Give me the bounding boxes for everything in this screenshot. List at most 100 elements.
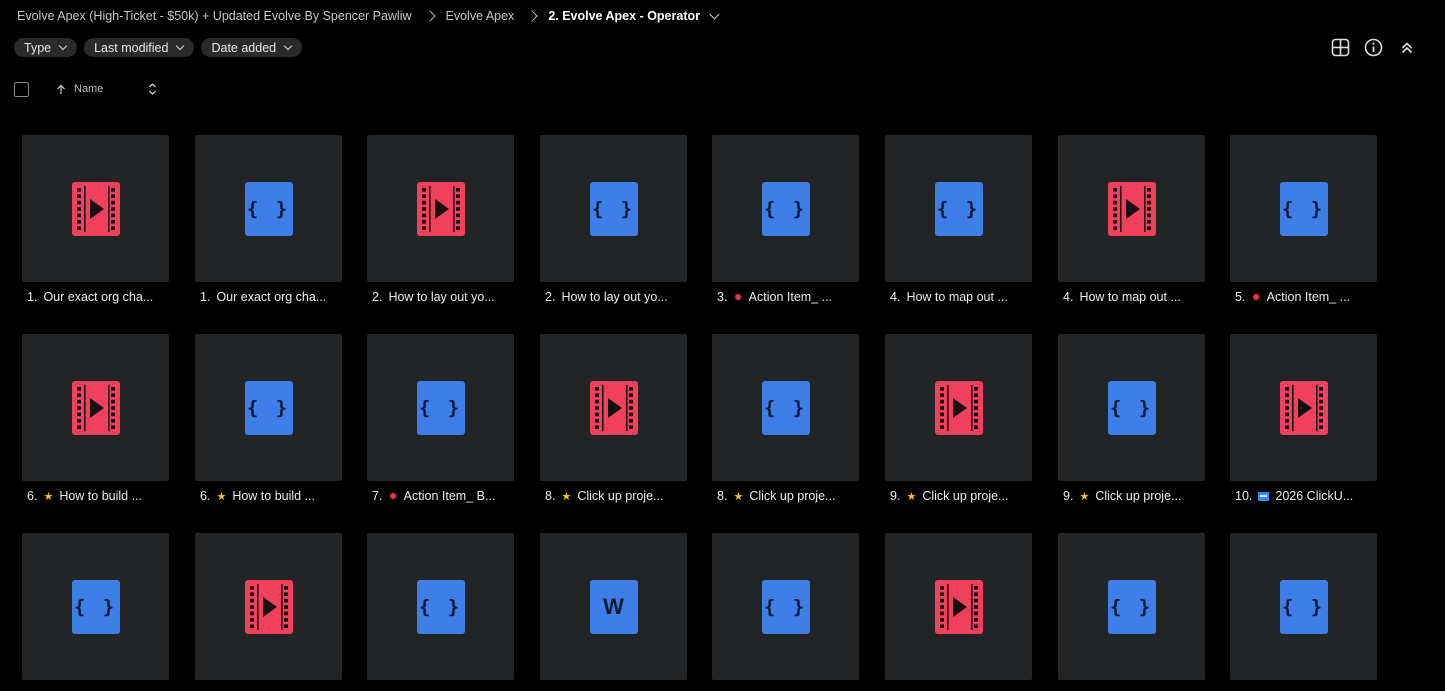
file-name-text: 2026 ClickU... bbox=[1275, 489, 1354, 503]
file-tile[interactable]: { } 2. How to lay out yo... bbox=[540, 135, 687, 305]
type-filter-label: Type bbox=[24, 40, 52, 55]
file-thumbnail[interactable]: { } bbox=[712, 334, 859, 481]
file-thumbnail[interactable] bbox=[22, 334, 169, 481]
info-icon bbox=[1364, 38, 1383, 57]
json-file-icon: { } bbox=[1107, 380, 1156, 435]
name-column-label[interactable]: Name bbox=[74, 83, 103, 95]
json-file-icon: { } bbox=[1279, 579, 1328, 634]
file-thumbnail[interactable]: { } bbox=[22, 533, 169, 680]
breadcrumb-item-current[interactable]: 2. Evolve Apex - Operator bbox=[548, 9, 700, 23]
type-filter-button[interactable]: Type bbox=[14, 38, 78, 57]
grid-view-icon bbox=[1331, 38, 1350, 57]
star-emoji-icon: ★ bbox=[733, 490, 744, 503]
breadcrumb-item-parent[interactable]: Evolve Apex bbox=[446, 9, 515, 23]
file-number: 2. bbox=[545, 290, 556, 304]
file-tile[interactable]: { } bbox=[1230, 533, 1377, 691]
breadcrumb: Evolve Apex (High-Ticket - $50k) + Updat… bbox=[17, 7, 720, 25]
column-header: Name bbox=[14, 80, 158, 98]
json-file-icon: { } bbox=[761, 579, 810, 634]
video-file-icon bbox=[71, 181, 120, 236]
file-name: 3. ✸ Action Item_ ... bbox=[717, 289, 862, 305]
file-tile[interactable]: { } 3. ✸ Action Item_ ... bbox=[712, 135, 859, 305]
file-thumbnail[interactable]: { } bbox=[367, 334, 514, 481]
file-tile[interactable]: { } 1. Our exact org cha... bbox=[195, 135, 342, 305]
file-tile[interactable]: 9. ★ Click up proje... bbox=[885, 334, 1032, 504]
last-modified-filter-button[interactable]: Last modified bbox=[84, 38, 195, 57]
date-added-filter-button[interactable]: Date added bbox=[201, 38, 303, 57]
file-name-text: How to map out ... bbox=[906, 290, 1008, 304]
file-thumbnail[interactable]: { } bbox=[367, 533, 514, 680]
file-number: 4. bbox=[890, 290, 901, 304]
file-tile[interactable]: 4. How to map out ... bbox=[1058, 135, 1205, 305]
file-tile[interactable]: { } bbox=[367, 533, 514, 691]
file-thumbnail[interactable] bbox=[540, 334, 687, 481]
file-tile[interactable] bbox=[885, 533, 1032, 691]
file-name: 6. ★ How to build ... bbox=[27, 488, 172, 504]
file-tile[interactable]: 10. 2026 ClickU... bbox=[1230, 334, 1377, 504]
file-name-text: Action Item_ B... bbox=[403, 489, 496, 503]
arrow-up-icon bbox=[55, 83, 67, 95]
breadcrumb-item-root[interactable]: Evolve Apex (High-Ticket - $50k) + Updat… bbox=[17, 9, 412, 23]
file-thumbnail[interactable]: { } bbox=[1230, 135, 1377, 282]
file-tile[interactable]: 2. How to lay out yo... bbox=[367, 135, 514, 305]
file-number: 7. bbox=[372, 489, 383, 503]
file-thumbnail[interactable] bbox=[1058, 135, 1205, 282]
file-tile[interactable] bbox=[195, 533, 342, 691]
file-name-text: Click up proje... bbox=[577, 489, 664, 503]
file-tile[interactable]: { } bbox=[712, 533, 859, 691]
file-thumbnail[interactable] bbox=[195, 533, 342, 680]
file-number: 10. bbox=[1235, 489, 1253, 503]
file-name-text: How to map out ... bbox=[1079, 290, 1181, 304]
file-thumbnail[interactable]: { } bbox=[195, 135, 342, 282]
file-thumbnail[interactable] bbox=[22, 135, 169, 282]
info-button[interactable] bbox=[1363, 37, 1384, 58]
chevron-down-icon[interactable] bbox=[709, 9, 720, 19]
file-tile[interactable]: 1. Our exact org cha... bbox=[22, 135, 169, 305]
star-emoji-icon: ★ bbox=[561, 490, 572, 503]
file-thumbnail[interactable]: { } bbox=[1230, 533, 1377, 680]
file-tile[interactable]: { } 8. ★ Click up proje... bbox=[712, 334, 859, 504]
file-tile[interactable]: { } 6. ★ How to build ... bbox=[195, 334, 342, 504]
file-name-text: How to build ... bbox=[59, 489, 142, 503]
file-thumbnail[interactable] bbox=[885, 533, 1032, 680]
file-number: 1. bbox=[200, 290, 211, 304]
collapse-button[interactable] bbox=[1396, 37, 1417, 58]
file-name: 9. ★ Click up proje... bbox=[890, 488, 1035, 504]
blue-square-emoji-icon bbox=[1258, 491, 1270, 501]
file-tile[interactable]: 6. ★ How to build ... bbox=[22, 334, 169, 504]
json-file-icon: { } bbox=[71, 579, 120, 634]
file-thumbnail[interactable] bbox=[367, 135, 514, 282]
file-thumbnail[interactable]: { } bbox=[712, 135, 859, 282]
file-name: 4. How to map out ... bbox=[1063, 289, 1208, 305]
file-tile[interactable]: { } bbox=[22, 533, 169, 691]
file-number: 3. bbox=[717, 290, 728, 304]
file-thumbnail[interactable]: { } bbox=[712, 533, 859, 680]
file-thumbnail[interactable]: { } bbox=[1058, 334, 1205, 481]
file-thumbnail[interactable]: { } bbox=[540, 135, 687, 282]
video-file-icon bbox=[244, 579, 293, 634]
file-tile[interactable]: { } 7. ✸ Action Item_ B... bbox=[367, 334, 514, 504]
file-name: 8. ★ Click up proje... bbox=[545, 488, 690, 504]
file-name: 1. Our exact org cha... bbox=[27, 289, 172, 305]
file-thumbnail[interactable]: W bbox=[540, 533, 687, 680]
file-thumbnail[interactable] bbox=[1230, 334, 1377, 481]
file-thumbnail[interactable]: { } bbox=[885, 135, 1032, 282]
word-doc-icon: W bbox=[589, 579, 638, 634]
file-name: 1. Our exact org cha... bbox=[200, 289, 345, 305]
select-all-checkbox[interactable] bbox=[14, 81, 29, 97]
file-tile[interactable]: { } 5. ✸ Action Item_ ... bbox=[1230, 135, 1377, 305]
file-tile[interactable]: { } 4. How to map out ... bbox=[885, 135, 1032, 305]
file-thumbnail[interactable]: { } bbox=[1058, 533, 1205, 680]
file-tile[interactable]: 8. ★ Click up proje... bbox=[540, 334, 687, 504]
file-tile[interactable]: { } bbox=[1058, 533, 1205, 691]
file-name: 2. How to lay out yo... bbox=[372, 289, 517, 305]
file-thumbnail[interactable] bbox=[885, 334, 1032, 481]
sort-toggle-button[interactable] bbox=[146, 81, 158, 97]
burst-emoji-icon: ✸ bbox=[733, 291, 743, 304]
file-tile[interactable]: W bbox=[540, 533, 687, 691]
grid-view-button[interactable] bbox=[1330, 37, 1351, 58]
file-thumbnail[interactable]: { } bbox=[195, 334, 342, 481]
file-tile[interactable]: { } 9. ★ Click up proje... bbox=[1058, 334, 1205, 504]
chevron-down-icon bbox=[58, 41, 68, 51]
star-emoji-icon: ★ bbox=[906, 490, 917, 503]
